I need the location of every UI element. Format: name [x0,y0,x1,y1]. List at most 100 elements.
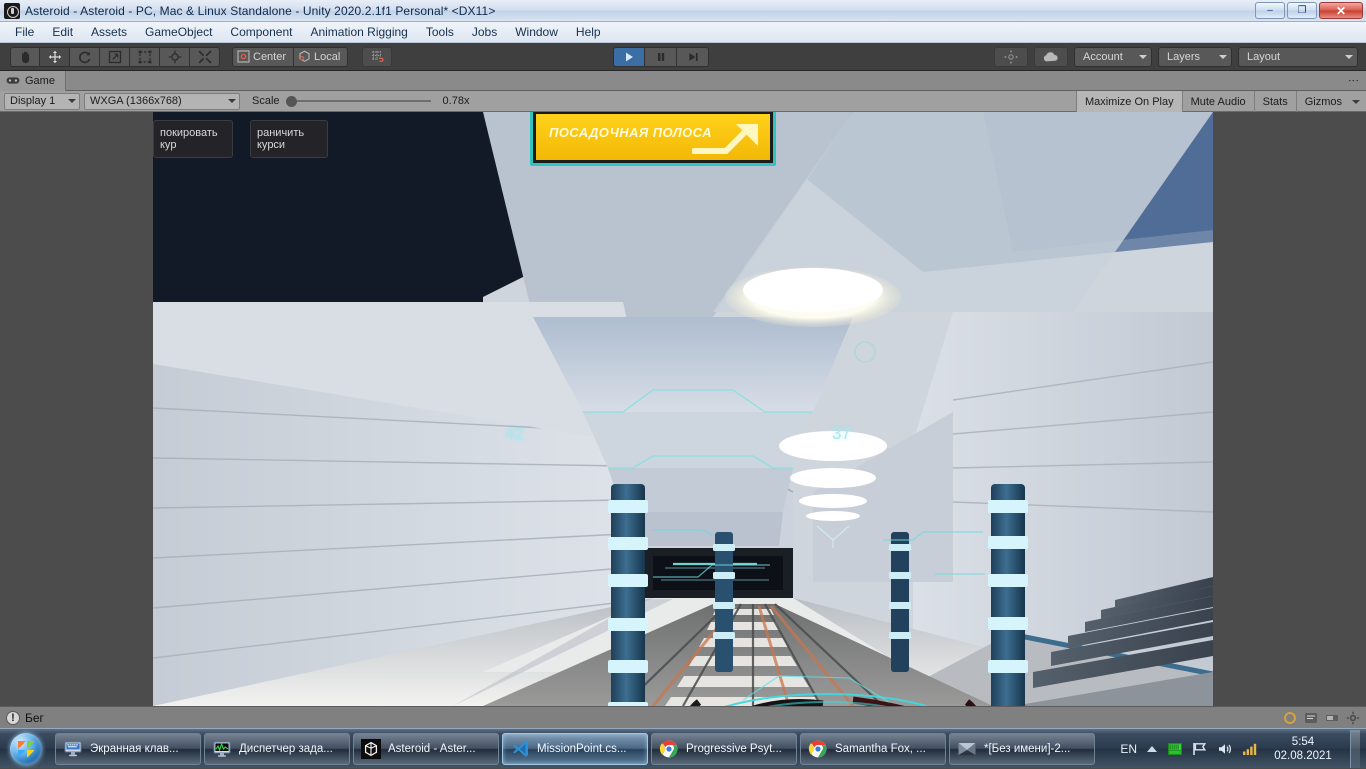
rotate-icon [78,51,90,63]
layout-dropdown[interactable]: Layout [1238,46,1358,67]
chevron-down-icon [1219,54,1227,59]
menu-bar: File Edit Assets GameObject Component An… [0,22,1366,43]
menu-item-component[interactable]: Component [221,23,301,41]
language-indicator[interactable]: EN [1120,742,1137,756]
unity-app-icon [4,2,20,19]
status-bar: ! Бег [0,706,1366,728]
show-desktop-button[interactable] [1350,730,1360,768]
display-dropdown[interactable]: Display 1 [4,92,80,110]
taskbar-item-chrome-1[interactable]: Progressive Psyt... [651,732,797,765]
gamepad-icon [6,77,20,84]
maximize-icon: ❐ [1297,4,1307,16]
taskbar-item-unity[interactable]: Asteroid - Aster... [353,732,499,765]
onscreen-keyboard-icon [63,739,83,759]
custom-editor-tool-button[interactable] [190,46,220,67]
menu-item-gameobject[interactable]: GameObject [136,23,221,41]
taskbar-item-vscode[interactable]: MissionPoint.cs... [502,732,648,765]
taskbar-item-onscreen-keyboard[interactable]: Экранная клав... [55,732,201,765]
paint-icon [957,739,977,759]
scale-slider-knob[interactable] [285,95,297,107]
hud-button-limit-course[interactable]: раничить курси [250,120,328,158]
landing-strip-sign: ПОСАДОЧНАЯ ПОЛОСА [530,112,776,166]
display-monitor-icon[interactable] [1167,742,1183,757]
account-dropdown[interactable]: Account [1074,46,1152,67]
transform-tool-button[interactable] [160,46,190,67]
chevron-down-icon [1352,99,1360,104]
scale-tool-button[interactable] [100,46,130,67]
clock-date: 02.08.2021 [1274,750,1332,762]
taskbar-item-task-manager[interactable]: Диспетчер зада... [204,732,350,765]
hand-tool-button[interactable] [10,46,40,67]
menu-item-window[interactable]: Window [506,23,567,41]
menu-item-tools[interactable]: Tools [417,23,463,41]
arrow-right-up-icon [692,124,758,154]
pivot-mode-button[interactable]: Center [232,46,295,67]
step-button[interactable] [677,46,709,67]
menu-item-help[interactable]: Help [567,23,610,41]
transform-tools-group [10,46,220,67]
network-flag-icon[interactable] [1192,742,1208,756]
clock[interactable]: 5:54 02.08.2021 [1267,735,1339,763]
scale-slider[interactable] [285,93,431,110]
account-label: Account [1083,50,1123,63]
move-tool-button[interactable] [40,46,70,67]
maximize-on-play-toggle[interactable]: Maximize On Play [1075,91,1182,112]
resolution-label: WXGA (1366x768) [90,95,182,107]
menu-item-file[interactable]: File [6,23,43,41]
menu-item-jobs[interactable]: Jobs [463,23,506,41]
layers-dropdown[interactable]: Layers [1158,46,1232,67]
layout-label: Layout [1247,50,1281,63]
asset-pipeline-icon[interactable] [1283,711,1297,725]
play-button[interactable] [613,46,645,67]
scale-label: Scale [252,95,280,107]
minimize-button[interactable]: – [1255,2,1285,19]
settings-icon[interactable] [1346,711,1360,725]
stats-toggle[interactable]: Stats [1253,91,1296,112]
pause-button[interactable] [645,46,677,67]
toolbar-right-group: Account Layers Layout [994,46,1358,67]
rect-tool-button[interactable] [130,46,160,67]
sign-frame: ПОСАДОЧНАЯ ПОЛОСА [530,112,776,166]
grid-snap-button[interactable] [362,46,393,67]
collab-button[interactable] [994,46,1028,67]
taskbar-item-label: Экранная клав... [90,742,179,755]
panel-options-icon[interactable]: ⋮ [1347,75,1359,86]
window-title-bar: Asteroid - Asteroid - PC, Mac & Linux St… [0,0,1366,22]
progress-icon[interactable] [1325,711,1339,725]
mute-audio-toggle[interactable]: Mute Audio [1181,91,1254,112]
console-icon[interactable] [1304,711,1318,725]
menu-item-animation-rigging[interactable]: Animation Rigging [301,23,416,41]
network-signal-icon[interactable] [1242,742,1258,756]
show-hidden-icons-icon[interactable] [1146,745,1158,754]
hud-button-block-course[interactable]: покировать кур [153,120,233,158]
center-pivot-icon [237,50,250,63]
chevron-down-icon [1345,54,1353,59]
scale-control: Scale 0.78x [252,93,469,110]
resolution-dropdown[interactable]: WXGA (1366x768) [84,92,240,110]
gizmos-toggle[interactable]: Gizmos [1295,91,1350,112]
taskbar-item-paint[interactable]: *[Без имени]-2... [949,732,1095,765]
menu-item-assets[interactable]: Assets [82,23,136,41]
pivot-group: Center Local [232,46,349,67]
game-control-bar: Display 1 WXGA (1366x768) Scale 0.78x Ma… [0,91,1366,112]
volume-icon[interactable] [1217,742,1233,756]
pivot-rotation-button[interactable]: Local [294,46,349,67]
chrome-icon [808,739,828,759]
close-button[interactable]: ✕ [1319,2,1363,19]
move-icon [48,50,61,63]
taskbar-item-chrome-2[interactable]: Samantha Fox, ... [800,732,946,765]
maximize-button[interactable]: ❐ [1287,2,1317,19]
cloud-button[interactable] [1034,46,1068,67]
taskbar-item-label: Samantha Fox, ... [835,742,926,755]
tab-game[interactable]: Game [0,70,66,91]
gizmos-dropdown[interactable] [1350,91,1366,112]
start-button[interactable] [0,730,52,768]
pause-icon [657,52,664,61]
rotate-tool-button[interactable] [70,46,100,67]
game-view[interactable]: покировать кур раничить курси ПОСАДОЧНАЯ… [0,112,1366,706]
windows-logo-icon [10,732,42,765]
game-render-surface[interactable]: покировать кур раничить курси ПОСАДОЧНАЯ… [153,112,1213,706]
unity-toolbar: Center Local Account Layers Layout [0,43,1366,71]
scale-slider-track [295,100,431,102]
menu-item-edit[interactable]: Edit [43,23,82,41]
